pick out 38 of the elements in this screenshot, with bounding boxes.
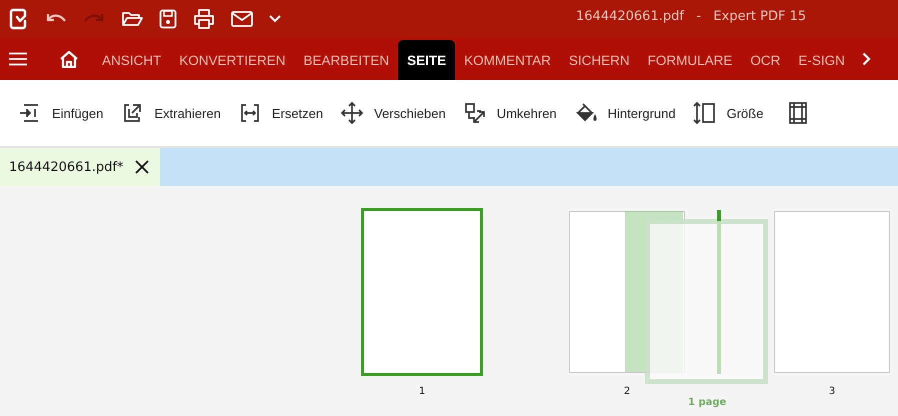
move-arrows-icon — [340, 101, 364, 125]
save-icon[interactable] — [159, 9, 177, 29]
page-thumbnail[interactable] — [361, 208, 483, 376]
toolbar-button[interactable]: Einfügen — [18, 97, 116, 129]
close-icon[interactable] — [135, 160, 150, 174]
toolbar-button[interactable]: Extrahieren — [120, 97, 233, 129]
reverse-pages-icon — [462, 101, 487, 125]
menu-tab[interactable]: ANSICHT — [93, 40, 170, 80]
printer-icon[interactable] — [193, 9, 215, 29]
menu-tab[interactable]: FORMULARE — [638, 40, 742, 80]
page-number: 1 — [418, 386, 426, 397]
mail-icon[interactable] — [231, 11, 253, 27]
toolbar-button[interactable]: Größe — [692, 97, 776, 129]
app-logo-icon — [9, 8, 27, 30]
chevron-right-icon[interactable] — [862, 52, 871, 66]
toolbar-button[interactable]: Ersetzen — [238, 97, 336, 129]
menu-tab[interactable]: KOMMENTAR — [455, 40, 560, 80]
page-frame-icon[interactable] — [788, 101, 808, 125]
menu-tab[interactable]: OCR — [741, 40, 790, 80]
home-icon[interactable] — [59, 50, 79, 68]
dropdown-chevron-icon[interactable] — [269, 15, 281, 23]
menu-tab[interactable]: E-SIGN — [789, 40, 854, 80]
page-number: 3 — [828, 386, 836, 397]
menu-tab[interactable]: KONVERTIEREN — [170, 40, 295, 80]
document-tab[interactable]: 1644420661.pdf* — [0, 148, 160, 186]
toolbar-button[interactable]: Verschieben — [340, 97, 458, 129]
open-folder-icon[interactable] — [121, 10, 143, 28]
window-title: 1644420661.pdf - Expert PDF 15 — [576, 9, 806, 24]
page-thumbnail[interactable] — [774, 211, 890, 373]
menu-tab[interactable]: BEARBEITEN — [294, 40, 398, 80]
toolbar-button[interactable]: Hintergrund — [574, 97, 688, 129]
toolbar-button[interactable]: Umkehren — [462, 97, 569, 129]
drag-label: 1 page — [688, 397, 726, 408]
page-number: 2 — [624, 386, 630, 397]
page-size-icon — [692, 101, 717, 125]
menu-tab[interactable]: SEITE — [398, 40, 456, 80]
menu-icon[interactable] — [9, 52, 27, 66]
menu-tab[interactable]: SICHERN — [560, 40, 639, 80]
